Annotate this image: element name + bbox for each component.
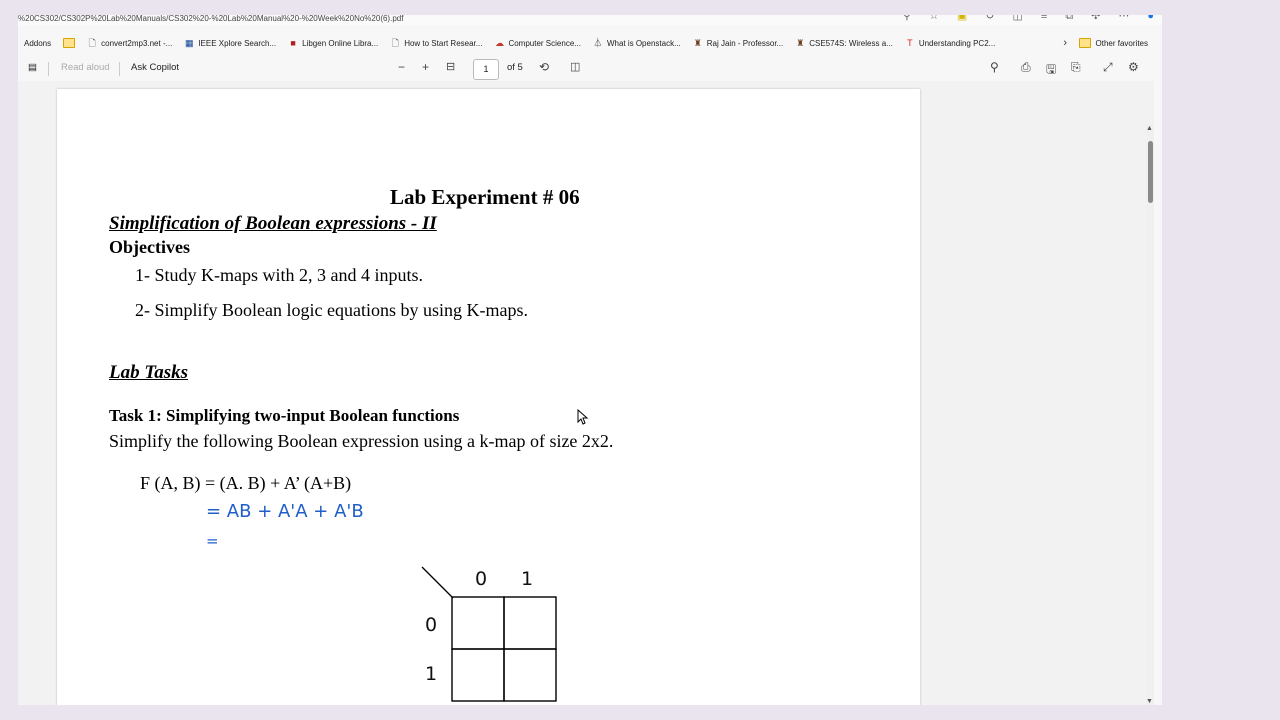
- scrollbar-thumb[interactable]: [1148, 141, 1153, 203]
- person-icon: ♜: [796, 38, 805, 48]
- address-bar[interactable]: %20CS302/CS302P%20Lab%20Manuals/CS302%20…: [18, 15, 1162, 25]
- k-map-cell: [451, 648, 505, 702]
- libgen-icon: ■: [290, 38, 296, 48]
- k-map-diagonal: [421, 566, 454, 599]
- collections-icon[interactable]: ⧉: [1065, 15, 1073, 22]
- k-map-cell: [503, 648, 557, 702]
- pdf-toolbar: ▤ Read aloud Ask Copilot − + ⊟ 1 of 5 ⟲ …: [18, 57, 1154, 82]
- favorite-label: Computer Science...: [508, 38, 581, 48]
- favorite-item[interactable]: ♜ CSE574S: Wireless a...: [795, 38, 893, 48]
- folder-icon: [63, 38, 76, 48]
- task1-description: Simplify the following Boolean expressio…: [109, 431, 614, 451]
- extension-icon[interactable]: ▣: [957, 15, 967, 22]
- handwritten-annotation: = AB + A'A + A'B: [206, 501, 364, 522]
- favorite-label: CSE574S: Wireless a...: [809, 38, 893, 48]
- favorite-item[interactable]: T Understanding PC2...: [905, 38, 996, 48]
- toolbar-divider: [119, 62, 120, 76]
- address-bar-icons: ⚲ ☆ ▣ ↻ ◫ ≡ ⧉ ✣ ⋯ ●: [903, 15, 1154, 22]
- search-icon[interactable]: ⚲: [990, 60, 999, 74]
- favorite-item[interactable]: 🗋 convert2mp3.net -...: [87, 38, 173, 48]
- zoom-out-button[interactable]: −: [398, 60, 405, 74]
- folder-icon: [1078, 38, 1091, 48]
- chevron-right-icon[interactable]: ›: [1063, 37, 1067, 49]
- fullscreen-icon[interactable]: ⤢: [1103, 60, 1113, 75]
- contents-icon[interactable]: ▤: [28, 62, 37, 73]
- scroll-up-icon[interactable]: ▲: [1146, 125, 1153, 132]
- favorite-item[interactable]: ■ Libgen Online Libra...: [288, 38, 378, 48]
- favorite-label: How to Start Resear...: [404, 38, 483, 48]
- profile-icon[interactable]: ●: [1147, 15, 1154, 22]
- favorite-label: convert2mp3.net -...: [101, 38, 173, 48]
- lab-tasks-heading: Lab Tasks: [109, 362, 189, 383]
- other-favorites-button[interactable]: Other favorites: [1078, 38, 1148, 48]
- extensions-puzzle-icon[interactable]: ✣: [1091, 15, 1100, 22]
- other-favorites-label: Other favorites: [1095, 38, 1148, 48]
- zoom-icon[interactable]: ⚲: [903, 15, 911, 22]
- favorite-label: Addons: [24, 38, 52, 48]
- scroll-down-icon[interactable]: ▼: [1146, 698, 1153, 705]
- objective-item: 1- Study K-maps with 2, 3 and 4 inputs.: [135, 265, 423, 285]
- favorites-list: Addons 🗋 convert2mp3.net -... ▦ IEEE Xplore …: [18, 38, 1007, 48]
- refresh-icon[interactable]: ↻: [985, 15, 994, 22]
- experiment-subtitle: Simplification of Boolean expressions - …: [109, 213, 437, 234]
- read-aloud-button[interactable]: Read aloud: [61, 62, 110, 73]
- favorite-item[interactable]: ▦ IEEE Xplore Search...: [184, 38, 276, 48]
- ieee-icon: ▦: [185, 38, 194, 48]
- page-icon: 🗋: [88, 38, 96, 48]
- k-map-row-label: 1: [425, 663, 437, 685]
- handwritten-annotation: =: [206, 532, 219, 550]
- toolbar-divider: [48, 62, 49, 76]
- page-view-icon[interactable]: ◫: [570, 60, 580, 73]
- rotate-icon[interactable]: ⟲: [539, 60, 549, 74]
- favorite-label: Understanding PC2...: [918, 38, 996, 48]
- k-map-cell: [451, 596, 505, 650]
- favorite-star-icon[interactable]: ☆: [929, 15, 939, 22]
- task1-heading: Task 1: Simplifying two-input Boolean fu…: [109, 406, 460, 425]
- k-map-col-label: 0: [475, 568, 487, 590]
- k-map-row-label: 0: [425, 614, 437, 636]
- favorite-item[interactable]: Addons: [24, 39, 51, 48]
- k-map-col-label: 1: [521, 568, 533, 590]
- favorite-label: Raj Jain - Professor...: [706, 38, 784, 48]
- fit-page-icon[interactable]: ⊟: [446, 60, 455, 73]
- page-icon: 🗋: [391, 38, 399, 48]
- favorite-item[interactable]: 🗋 How to Start Resear...: [390, 38, 483, 48]
- favorites-list-icon[interactable]: ≡: [1041, 15, 1047, 22]
- browser-window: %20CS302/CS302P%20Lab%20Manuals/CS302%20…: [18, 15, 1162, 705]
- reading-view-icon[interactable]: ◫: [1012, 15, 1022, 22]
- page-total: of 5: [507, 62, 523, 73]
- page-title: Lab Experiment # 06: [390, 185, 580, 209]
- mouse-cursor-icon: [577, 409, 589, 425]
- zoom-in-button[interactable]: +: [422, 60, 429, 74]
- favorite-item[interactable]: ⏃ What is Openstack...: [593, 38, 681, 48]
- k-map-cell: [503, 596, 557, 650]
- person-icon: ♜: [693, 38, 702, 48]
- address-url[interactable]: %20CS302/CS302P%20Lab%20Manuals/CS302%20…: [18, 15, 403, 23]
- save-icon[interactable]: 🖫: [1046, 60, 1056, 81]
- cloud-icon: ☁: [494, 38, 504, 48]
- settings-gear-icon[interactable]: ⚙: [1128, 60, 1139, 74]
- openstack-icon: ⏃: [593, 38, 603, 48]
- favorite-label: What is Openstack...: [606, 38, 681, 48]
- favorite-label: IEEE Xplore Search...: [198, 38, 277, 48]
- print-icon[interactable]: ⎙: [1021, 60, 1031, 75]
- favorite-item[interactable]: [63, 38, 76, 48]
- objective-item: 2- Simplify Boolean logic equations by u…: [135, 300, 528, 320]
- it-icon: T: [907, 38, 913, 48]
- page-number-input[interactable]: 1: [473, 59, 499, 80]
- boolean-equation: F (A, B) = (A. B) + A’ (A+B): [140, 473, 352, 493]
- k-map-grid: 0 1 0 1: [421, 566, 557, 702]
- pdf-page: Lab Experiment # 06 Simplification of Bo…: [57, 89, 920, 705]
- ask-copilot-button[interactable]: Ask Copilot: [131, 62, 179, 73]
- objectives-heading: Objectives: [109, 237, 190, 257]
- favorite-item[interactable]: ☁ Computer Science...: [494, 38, 581, 48]
- save-as-icon[interactable]: ⎘: [1071, 60, 1081, 75]
- pdf-viewer[interactable]: Lab Experiment # 06 Simplification of Bo…: [18, 81, 1154, 705]
- favorites-bar: Addons 🗋 convert2mp3.net -... ▦ IEEE Xplore …: [18, 34, 1162, 52]
- more-options-icon[interactable]: ⋯: [1118, 15, 1129, 22]
- scrollbar[interactable]: ▲ ▼: [1146, 125, 1154, 705]
- favorite-label: Libgen Online Libra...: [302, 38, 379, 48]
- favorite-item[interactable]: ♜ Raj Jain - Professor...: [693, 38, 784, 48]
